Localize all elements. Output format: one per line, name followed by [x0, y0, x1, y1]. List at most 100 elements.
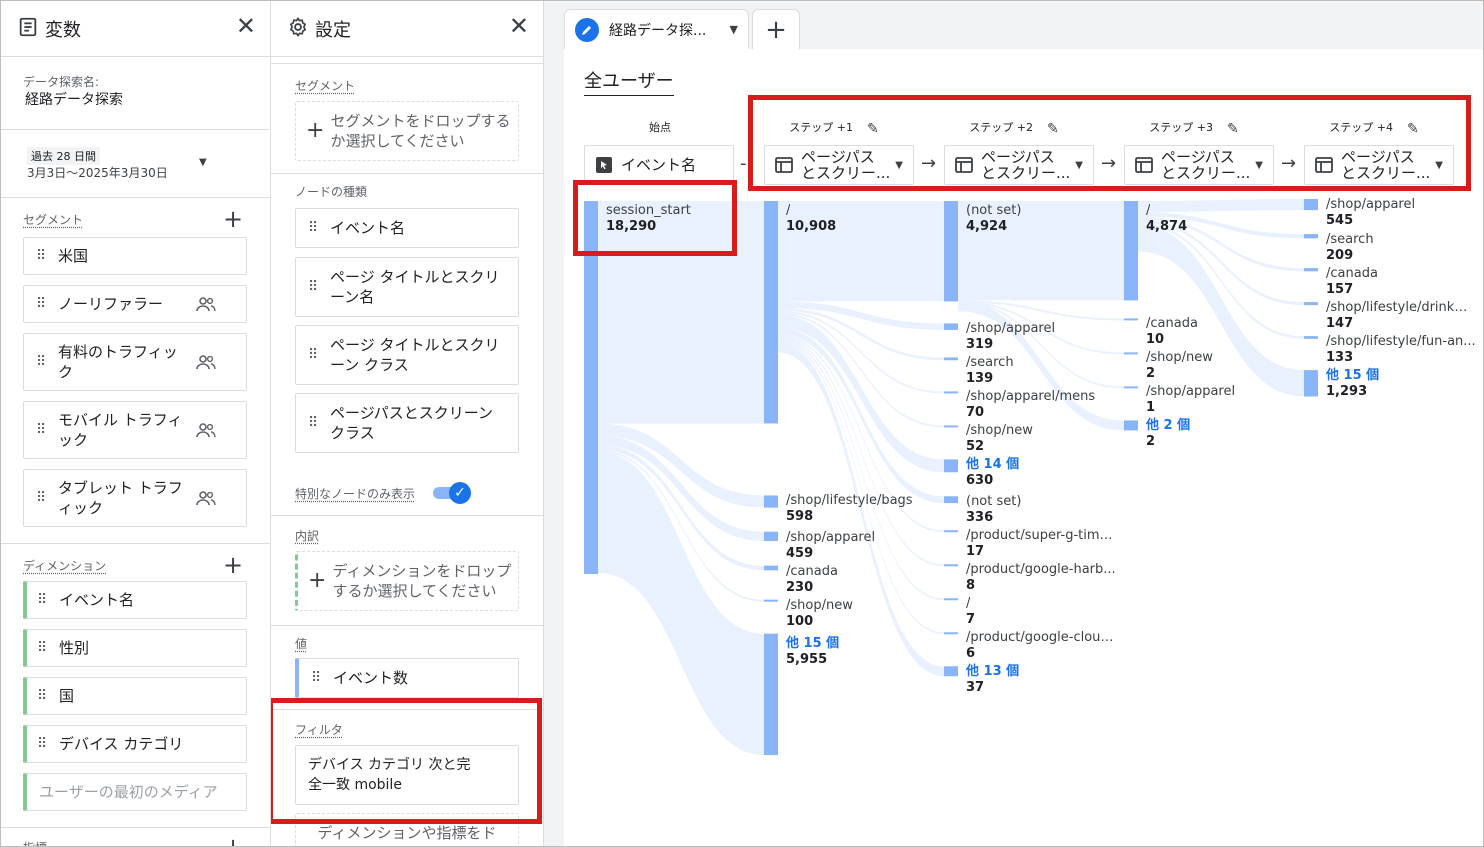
path-node-bar[interactable]: [944, 425, 958, 428]
path-node-bar[interactable]: [584, 201, 598, 574]
path-node-bar[interactable]: [1124, 420, 1138, 431]
path-node-bar[interactable]: [1304, 199, 1318, 211]
path-node-label[interactable]: /canada: [786, 564, 838, 580]
step-node-selector[interactable]: ページパス とスクリー... ▼: [1304, 145, 1454, 185]
path-node-label[interactable]: /search: [966, 355, 1014, 371]
path-node-bar[interactable]: [764, 201, 778, 424]
path-node-bar[interactable]: [944, 564, 958, 567]
more-nodes-link[interactable]: 他 13 個: [966, 664, 1019, 680]
dimension-chip[interactable]: ⠿ 国: [23, 677, 247, 715]
path-node-bar[interactable]: [764, 531, 778, 542]
path-node-label[interactable]: /shop/apparel: [1326, 197, 1415, 213]
path-node-label[interactable]: /product/google-harb...: [966, 562, 1116, 578]
drag-handle-icon[interactable]: ⠿: [37, 737, 47, 751]
segment-chip[interactable]: ⠿ 有料のトラフィック: [23, 333, 247, 391]
path-node-bar[interactable]: [764, 633, 778, 756]
drag-handle-icon[interactable]: ⠿: [308, 280, 318, 294]
path-node-label[interactable]: /shop/apparel: [966, 321, 1055, 337]
filter-drop-zone[interactable]: ディメンションや指標をド: [295, 813, 519, 846]
path-node-bar[interactable]: [1304, 302, 1318, 306]
path-node-label[interactable]: /shop/new: [786, 598, 853, 614]
close-icon[interactable]: ✕: [509, 14, 529, 38]
path-node-label[interactable]: /: [786, 203, 790, 219]
path-node-bar[interactable]: [944, 323, 958, 330]
pencil-icon[interactable]: ✎: [1047, 121, 1059, 137]
drag-handle-icon[interactable]: ⠿: [37, 689, 47, 703]
drag-handle-icon[interactable]: ⠿: [311, 671, 321, 685]
more-nodes-link[interactable]: 他 15 個: [1326, 368, 1379, 384]
step-node-selector[interactable]: ページパス とスクリー... ▼: [764, 145, 914, 185]
path-node-bar[interactable]: [944, 530, 958, 533]
breakdown-drop-zone[interactable]: + ディメンションをドロップするか選択してください: [295, 551, 519, 611]
path-node-bar[interactable]: [764, 495, 778, 508]
drag-handle-icon[interactable]: ⠿: [36, 491, 46, 505]
drag-handle-icon[interactable]: ⠿: [36, 423, 46, 437]
path-node-label[interactable]: /shop/new: [966, 423, 1033, 439]
special-nodes-toggle[interactable]: ✓: [431, 481, 471, 504]
filter-chip[interactable]: デバイス カテゴリ 次と完 全一致 mobile: [295, 745, 519, 805]
step-node-selector[interactable]: ページパス とスクリー... ▼: [944, 145, 1094, 185]
path-node-label[interactable]: /shop/lifestyle/bags: [786, 493, 913, 509]
path-node-bar[interactable]: [944, 632, 958, 635]
dimension-chip[interactable]: ⠿ イベント名: [23, 581, 247, 619]
start-node-selector[interactable]: イベント名: [584, 145, 734, 185]
dimension-chip[interactable]: ⠿ デバイス カテゴリ: [23, 725, 247, 763]
drag-handle-icon[interactable]: ⠿: [36, 297, 46, 311]
drag-handle-icon[interactable]: ⠿: [308, 348, 318, 362]
segment-chip[interactable]: ⠿ 米国: [23, 237, 247, 275]
path-node-bar[interactable]: [944, 391, 958, 394]
path-node-label[interactable]: /shop/apparel: [1146, 384, 1235, 400]
node-type-chip[interactable]: ⠿ ページパスとスクリーン クラス: [295, 393, 519, 453]
path-node-bar[interactable]: [1124, 318, 1138, 321]
drag-handle-icon[interactable]: ⠿: [37, 593, 47, 607]
path-node-label[interactable]: /search: [1326, 232, 1374, 248]
drag-handle-icon[interactable]: ⠿: [36, 355, 46, 369]
value-chip[interactable]: ⠿ イベント数: [295, 658, 519, 698]
path-node-bar[interactable]: [1124, 201, 1138, 301]
path-node-bar[interactable]: [1304, 370, 1318, 397]
dimension-chip[interactable]: ⠿ 性別: [23, 629, 247, 667]
path-node-bar[interactable]: [944, 459, 958, 473]
path-node-bar[interactable]: [944, 666, 958, 677]
drag-handle-icon[interactable]: ⠿: [308, 416, 318, 430]
segment-chip[interactable]: ⠿ ノーリファラー: [23, 285, 247, 323]
path-node-label[interactable]: /: [966, 596, 970, 612]
dimension-placeholder-chip[interactable]: ユーザーの最初のメディア: [23, 773, 247, 811]
date-range[interactable]: 3月3日～2025年3月30日: [27, 164, 168, 181]
path-node-bar[interactable]: [1304, 336, 1318, 339]
path-node-label[interactable]: /shop/lifestyle/drinkw...: [1326, 300, 1476, 316]
pencil-icon[interactable]: ✎: [867, 121, 879, 137]
path-node-label[interactable]: /canada: [1326, 266, 1378, 282]
drag-handle-icon[interactable]: ⠿: [37, 641, 47, 655]
exploration-name[interactable]: 経路データ探索: [25, 89, 123, 109]
path-node-bar[interactable]: [1304, 268, 1318, 272]
node-type-chip[interactable]: ⠿ ページ タイトルとスクリーン クラス: [295, 325, 519, 385]
chevron-down-icon[interactable]: ▼: [199, 157, 207, 168]
chevron-down-icon[interactable]: ▼: [730, 23, 738, 36]
path-node-bar[interactable]: [1124, 352, 1138, 355]
more-nodes-link[interactable]: 他 2 個: [1146, 418, 1190, 434]
path-node-label[interactable]: /shop/apparel: [786, 530, 875, 546]
path-node-label[interactable]: (not set): [966, 203, 1021, 219]
path-node-label[interactable]: /shop/lifestyle/fun-an...: [1326, 334, 1476, 350]
drag-handle-icon[interactable]: ⠿: [36, 249, 46, 263]
path-node-label[interactable]: /product/super-g-timb...: [966, 528, 1116, 544]
path-node-label[interactable]: /product/google-cloud...: [966, 630, 1116, 646]
path-node-bar[interactable]: [944, 357, 958, 361]
segment-chip[interactable]: ⠿ モバイル トラフィック: [23, 401, 247, 459]
step-node-selector[interactable]: ページパス とスクリー... ▼: [1124, 145, 1274, 185]
add-tab-button[interactable]: +: [752, 9, 800, 49]
drag-handle-icon[interactable]: ⠿: [308, 221, 318, 235]
pencil-icon[interactable]: ✎: [1407, 121, 1419, 137]
path-node-bar[interactable]: [944, 496, 958, 504]
more-nodes-link[interactable]: 他 15 個: [786, 636, 839, 652]
path-node-bar[interactable]: [1304, 234, 1318, 239]
segment-chip[interactable]: ⠿ タブレット トラフィック: [23, 469, 247, 527]
path-node-bar[interactable]: [764, 565, 778, 571]
tab-path-exploration[interactable]: 経路データ探... ▼: [564, 9, 749, 49]
add-metric-icon[interactable]: +: [223, 835, 243, 846]
path-node-label[interactable]: /: [1146, 203, 1150, 219]
segment-drop-zone[interactable]: + セグメントをドロップするか選択してください: [295, 101, 519, 161]
pencil-icon[interactable]: ✎: [1227, 121, 1239, 137]
path-node-bar[interactable]: [1124, 386, 1138, 389]
